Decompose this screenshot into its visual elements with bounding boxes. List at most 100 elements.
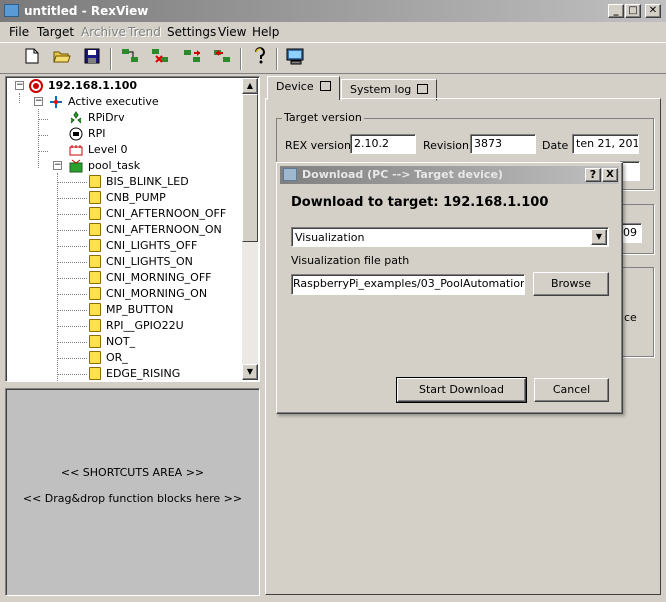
tree-task-label: pool_task: [88, 159, 141, 172]
open-folder-icon[interactable]: [50, 47, 74, 71]
dialog-heading: Download to target: 192.168.1.100: [291, 195, 549, 210]
path-label: Visualization file path: [291, 254, 410, 267]
date-label: Date: [542, 139, 569, 152]
new-file-icon[interactable]: [20, 47, 44, 71]
download-type-value: Visualization: [295, 231, 365, 244]
function-block-icon: [89, 367, 101, 380]
tree-executive[interactable]: − Active executive: [6, 94, 246, 110]
menu-trend[interactable]: Trend: [128, 25, 161, 39]
function-block-icon: [89, 175, 101, 188]
shortcuts-hint: << Drag&drop function blocks here >>: [22, 492, 243, 505]
function-block-icon: [89, 335, 101, 348]
tab-device[interactable]: Device: [267, 76, 340, 100]
dialog-close-button[interactable]: X: [602, 168, 618, 182]
revision-label: Revision: [423, 139, 469, 152]
rex-version-label: REX version: [285, 139, 351, 152]
menu-archive[interactable]: Archive: [81, 25, 126, 39]
tree-root[interactable]: − 192.168.1.100: [6, 78, 246, 94]
chevron-down-icon[interactable]: ▼: [591, 229, 607, 245]
dialog-title-bar: Download (PC --> Target device) ? X: [280, 166, 619, 184]
hidden-field[interactable]: 09: [620, 223, 642, 243]
tree-function-block[interactable]: CNI_AFTERNOON_OFF: [6, 206, 246, 222]
tree-item-rpidrv[interactable]: RPiDrv: [6, 110, 246, 126]
tree-function-block[interactable]: CNI_MORNING_OFF: [6, 270, 246, 286]
date-field[interactable]: ten 21, 2014: [572, 134, 639, 154]
menu-view[interactable]: View: [218, 25, 246, 39]
upload-icon[interactable]: [180, 47, 204, 71]
function-block-label: BIS_BLINK_LED: [106, 175, 189, 188]
function-block-label: CNI_AFTERNOON_ON: [106, 223, 222, 236]
extra-field[interactable]: [620, 161, 640, 181]
revision-field[interactable]: 3873: [470, 134, 536, 154]
cancel-button[interactable]: Cancel: [534, 378, 609, 402]
rex-version-field[interactable]: 2.10.2: [350, 134, 416, 154]
close-button[interactable]: ✕: [645, 4, 661, 18]
download-dialog: Download (PC --> Target device) ? X Down…: [276, 162, 623, 414]
maximize-button[interactable]: □: [625, 4, 641, 18]
shortcuts-area[interactable]: << SHORTCUTS AREA >> << Drag&drop functi…: [5, 388, 260, 596]
tree-function-block[interactable]: MP_BUTTON: [6, 302, 246, 318]
project-tree[interactable]: − 192.168.1.100 − Active executive RPiDr…: [5, 76, 260, 382]
tab-system-log-label: System log: [350, 83, 412, 96]
menu-settings[interactable]: Settings: [167, 25, 216, 39]
download-icon[interactable]: [210, 47, 234, 71]
tree-function-block[interactable]: NOT_: [6, 334, 246, 350]
scroll-up-button[interactable]: ▲: [242, 78, 258, 94]
download-type-select[interactable]: Visualization ▼: [291, 227, 609, 247]
tree-root-label: 192.168.1.100: [48, 79, 138, 92]
save-icon[interactable]: [80, 47, 104, 71]
function-block-icon: [89, 303, 101, 316]
target-icon: [29, 79, 43, 93]
scroll-down-button[interactable]: ▼: [242, 364, 258, 380]
minimize-button[interactable]: _: [608, 4, 624, 18]
function-block-icon: [89, 255, 101, 268]
tree-function-block[interactable]: EDGE_RISING: [6, 366, 246, 381]
disconnect-icon[interactable]: [148, 47, 172, 71]
tree-item-label: RPiDrv: [88, 111, 125, 124]
tree-function-block[interactable]: CNI_LIGHTS_OFF: [6, 238, 246, 254]
function-block-label: RPI__GPIO22U: [106, 319, 184, 332]
collapse-toggle[interactable]: −: [53, 161, 62, 170]
function-block-label: CNI_MORNING_ON: [106, 287, 208, 300]
collapse-toggle[interactable]: −: [15, 81, 24, 90]
tree-item-label: RPI: [88, 127, 106, 140]
tree-function-block[interactable]: RPI__GPIO22U: [6, 318, 246, 334]
browse-button[interactable]: Browse: [533, 272, 609, 296]
scroll-thumb[interactable]: [242, 94, 258, 242]
dialog-title: Download (PC --> Target device): [302, 168, 503, 181]
tree-function-block[interactable]: CNI_MORNING_ON: [6, 286, 246, 302]
menu-file[interactable]: File: [9, 25, 29, 39]
function-block-icon: [89, 271, 101, 284]
menu-bar: File Target Archive Trend Settings View …: [0, 22, 666, 42]
function-block-icon: [89, 191, 101, 204]
tree-item-label: Level 0: [88, 143, 128, 156]
tree-function-block[interactable]: BIS_BLINK_LED: [6, 174, 246, 190]
dialog-app-icon: [283, 168, 297, 181]
tree-function-block[interactable]: CNI_LIGHTS_ON: [6, 254, 246, 270]
tree-function-block[interactable]: CNB_PUMP: [6, 190, 246, 206]
help-icon[interactable]: [248, 47, 272, 71]
tree-item-rpi[interactable]: RPI: [6, 126, 246, 142]
start-download-button[interactable]: Start Download: [396, 377, 527, 403]
target-version-label: Target version: [282, 111, 364, 124]
function-block-label: CNI_LIGHTS_OFF: [106, 239, 198, 252]
menu-help[interactable]: Help: [252, 25, 279, 39]
function-block-label: CNB_PUMP: [106, 191, 166, 204]
dialog-help-button[interactable]: ?: [585, 168, 601, 182]
function-block-label: OR_: [106, 351, 128, 364]
collapse-toggle[interactable]: −: [34, 97, 43, 106]
popout-icon: [417, 84, 429, 94]
path-input[interactable]: RaspberryPi_examples/03_PoolAutomation/H…: [291, 274, 525, 295]
monitor-icon[interactable]: [284, 47, 308, 71]
connect-icon[interactable]: [118, 47, 142, 71]
executive-icon: [50, 96, 62, 108]
tree-function-block[interactable]: OR_: [6, 350, 246, 366]
tree-item-level0[interactable]: Level 0: [6, 142, 246, 158]
tree-task[interactable]: − pool_task: [6, 158, 246, 174]
function-block-label: CNI_AFTERNOON_OFF: [106, 207, 227, 220]
driver-icon: [70, 111, 82, 124]
tree-scrollbar[interactable]: ▲ ▼: [242, 78, 258, 380]
menu-target[interactable]: Target: [37, 25, 74, 39]
tree-function-block[interactable]: CNI_AFTERNOON_ON: [6, 222, 246, 238]
function-block-label: EDGE_RISING: [106, 367, 181, 380]
